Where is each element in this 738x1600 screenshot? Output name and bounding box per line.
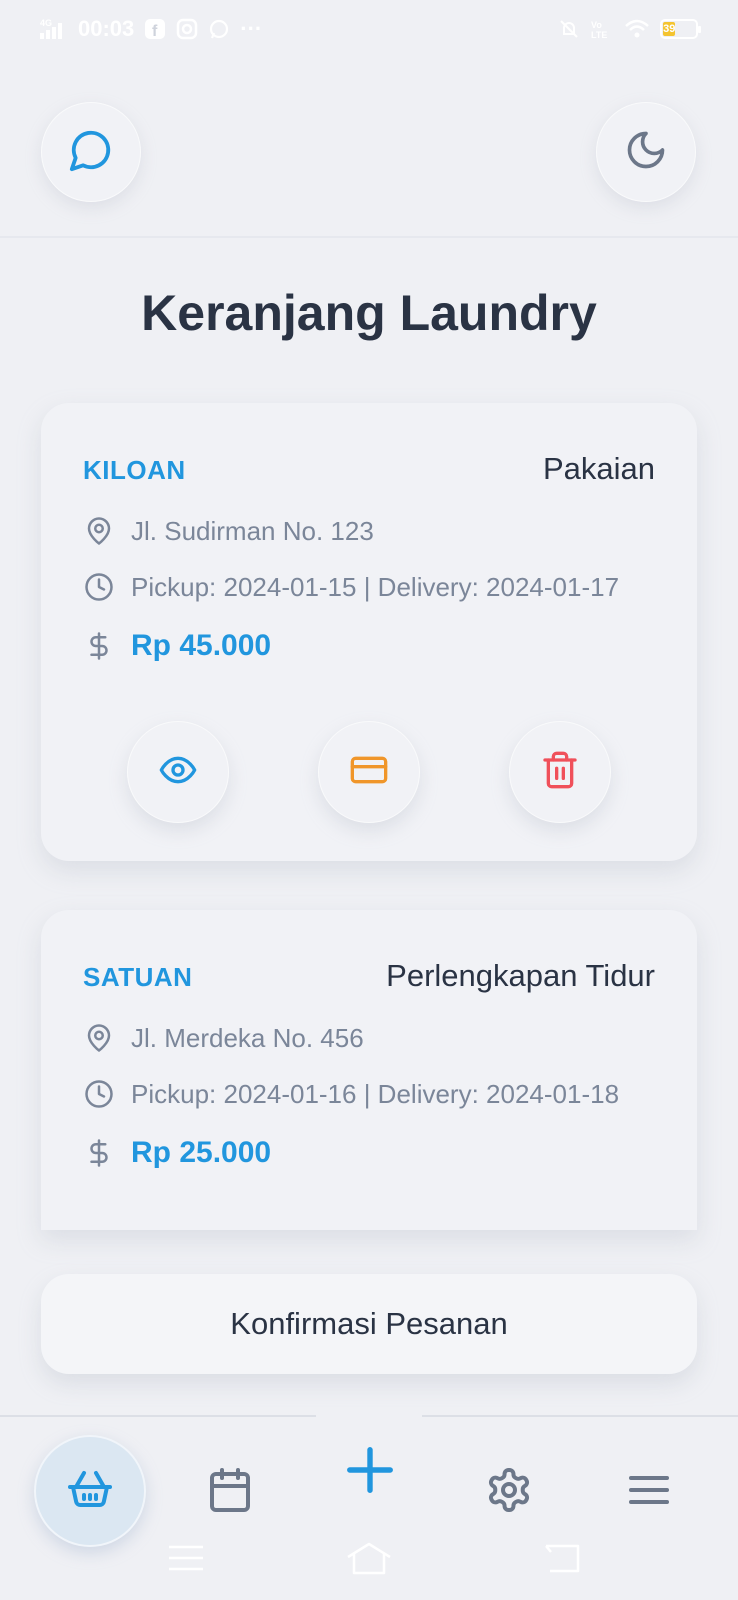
screen: 4G 00:03 f ··· Vo LTE 39 Keranjang Laund…: [0, 0, 738, 1600]
schedule-row: Pickup: 2024-01-16 | Delivery: 2024-01-1…: [83, 1078, 619, 1110]
status-left: 4G 00:03 f ···: [40, 16, 262, 42]
basket-icon: [66, 1465, 114, 1518]
nav-calendar-button[interactable]: [175, 1437, 285, 1547]
order-schedule: Pickup: 2024-01-15 | Delivery: 2024-01-1…: [131, 571, 620, 602]
order-card: KILOAN Pakaian Jl. Sudirman No. 123 Pick…: [41, 403, 697, 861]
svg-text:Vo: Vo: [591, 20, 602, 30]
nav-menu-button[interactable]: [594, 1437, 704, 1547]
svg-text:LTE: LTE: [591, 30, 607, 40]
chat-button[interactable]: [41, 102, 141, 202]
wifi-icon: [624, 18, 650, 40]
schedule-row: Pickup: 2024-01-15 | Delivery: 2024-01-1…: [83, 571, 619, 603]
nav-basket-button[interactable]: [34, 1435, 146, 1547]
back-icon: [542, 1542, 582, 1579]
moon-icon: [624, 128, 668, 177]
address-row: Jl. Sudirman No. 123: [83, 515, 374, 547]
address-row: Jl. Merdeka No. 456: [83, 1022, 364, 1054]
calendar-icon: [206, 1466, 254, 1519]
status-time: 00:03: [78, 16, 135, 41]
map-pin-icon: [83, 515, 115, 547]
page-title: Keranjang Laundry: [141, 285, 597, 341]
svg-text:4G: 4G: [40, 18, 52, 28]
order-category: Pakaian: [542, 451, 655, 486]
order-type: KILOAN: [83, 455, 186, 485]
chat-bubble-icon: [68, 127, 114, 178]
gear-icon: [485, 1466, 533, 1519]
nav-add-button[interactable]: [315, 1417, 425, 1527]
order-type: SATUAN: [83, 962, 193, 992]
theme-toggle-button[interactable]: [596, 102, 696, 202]
confirm-order-button[interactable]: Konfirmasi Pesanan: [41, 1274, 697, 1374]
nav-settings-button[interactable]: [454, 1437, 564, 1547]
status-bar: 4G 00:03 f ··· Vo LTE 39: [0, 0, 738, 58]
order-address: Jl. Merdeka No. 456: [131, 1022, 364, 1053]
home-icon: [345, 1541, 393, 1580]
order-schedule: Pickup: 2024-01-16 | Delivery: 2024-01-1…: [131, 1078, 620, 1109]
map-pin-icon: [83, 1022, 115, 1054]
status-right: Vo LTE 39: [558, 18, 701, 40]
order-address: Jl. Sudirman No. 123: [131, 515, 374, 546]
clock-icon: [83, 571, 115, 603]
recents-icon: [167, 1543, 205, 1578]
pay-order-button[interactable]: [318, 721, 420, 823]
dollar-icon: [83, 1137, 115, 1169]
menu-icon: [625, 1466, 673, 1519]
system-back-button[interactable]: [532, 1540, 592, 1580]
header: [0, 58, 738, 238]
svg-text:f: f: [152, 23, 158, 40]
view-order-button[interactable]: [127, 721, 229, 823]
battery-level: 39: [663, 22, 676, 36]
system-home-button[interactable]: [339, 1540, 399, 1580]
order-price: Rp 45.000: [131, 629, 272, 662]
price-row: Rp 25.000: [83, 1136, 271, 1170]
volte-icon: Vo LTE: [590, 18, 614, 40]
delete-order-button[interactable]: [509, 721, 611, 823]
plus-icon: [343, 1443, 397, 1502]
clock-icon: [83, 1078, 115, 1110]
price-row: Rp 45.000: [83, 629, 271, 663]
order-card: SATUAN Perlengkapan Tidur Jl. Merdeka No…: [41, 910, 697, 1230]
instagram-icon: [176, 18, 198, 40]
status-more: ···: [240, 16, 263, 41]
dollar-icon: [83, 630, 115, 662]
system-recents-button[interactable]: [156, 1540, 216, 1580]
battery-icon: 39: [660, 19, 701, 39]
whatsapp-icon: [208, 18, 230, 40]
eye-icon: [158, 750, 198, 795]
mute-icon: [558, 18, 580, 40]
signal-icon: 4G: [40, 17, 68, 41]
order-category: Perlengkapan Tidur: [386, 958, 655, 993]
order-price: Rp 25.000: [131, 1136, 272, 1169]
credit-card-icon: [349, 750, 389, 795]
battery-text: 39: [663, 23, 676, 35]
order-actions: [41, 721, 697, 823]
system-nav: [0, 1540, 738, 1580]
trash-icon: [540, 750, 580, 795]
facebook-icon: f: [144, 18, 166, 40]
